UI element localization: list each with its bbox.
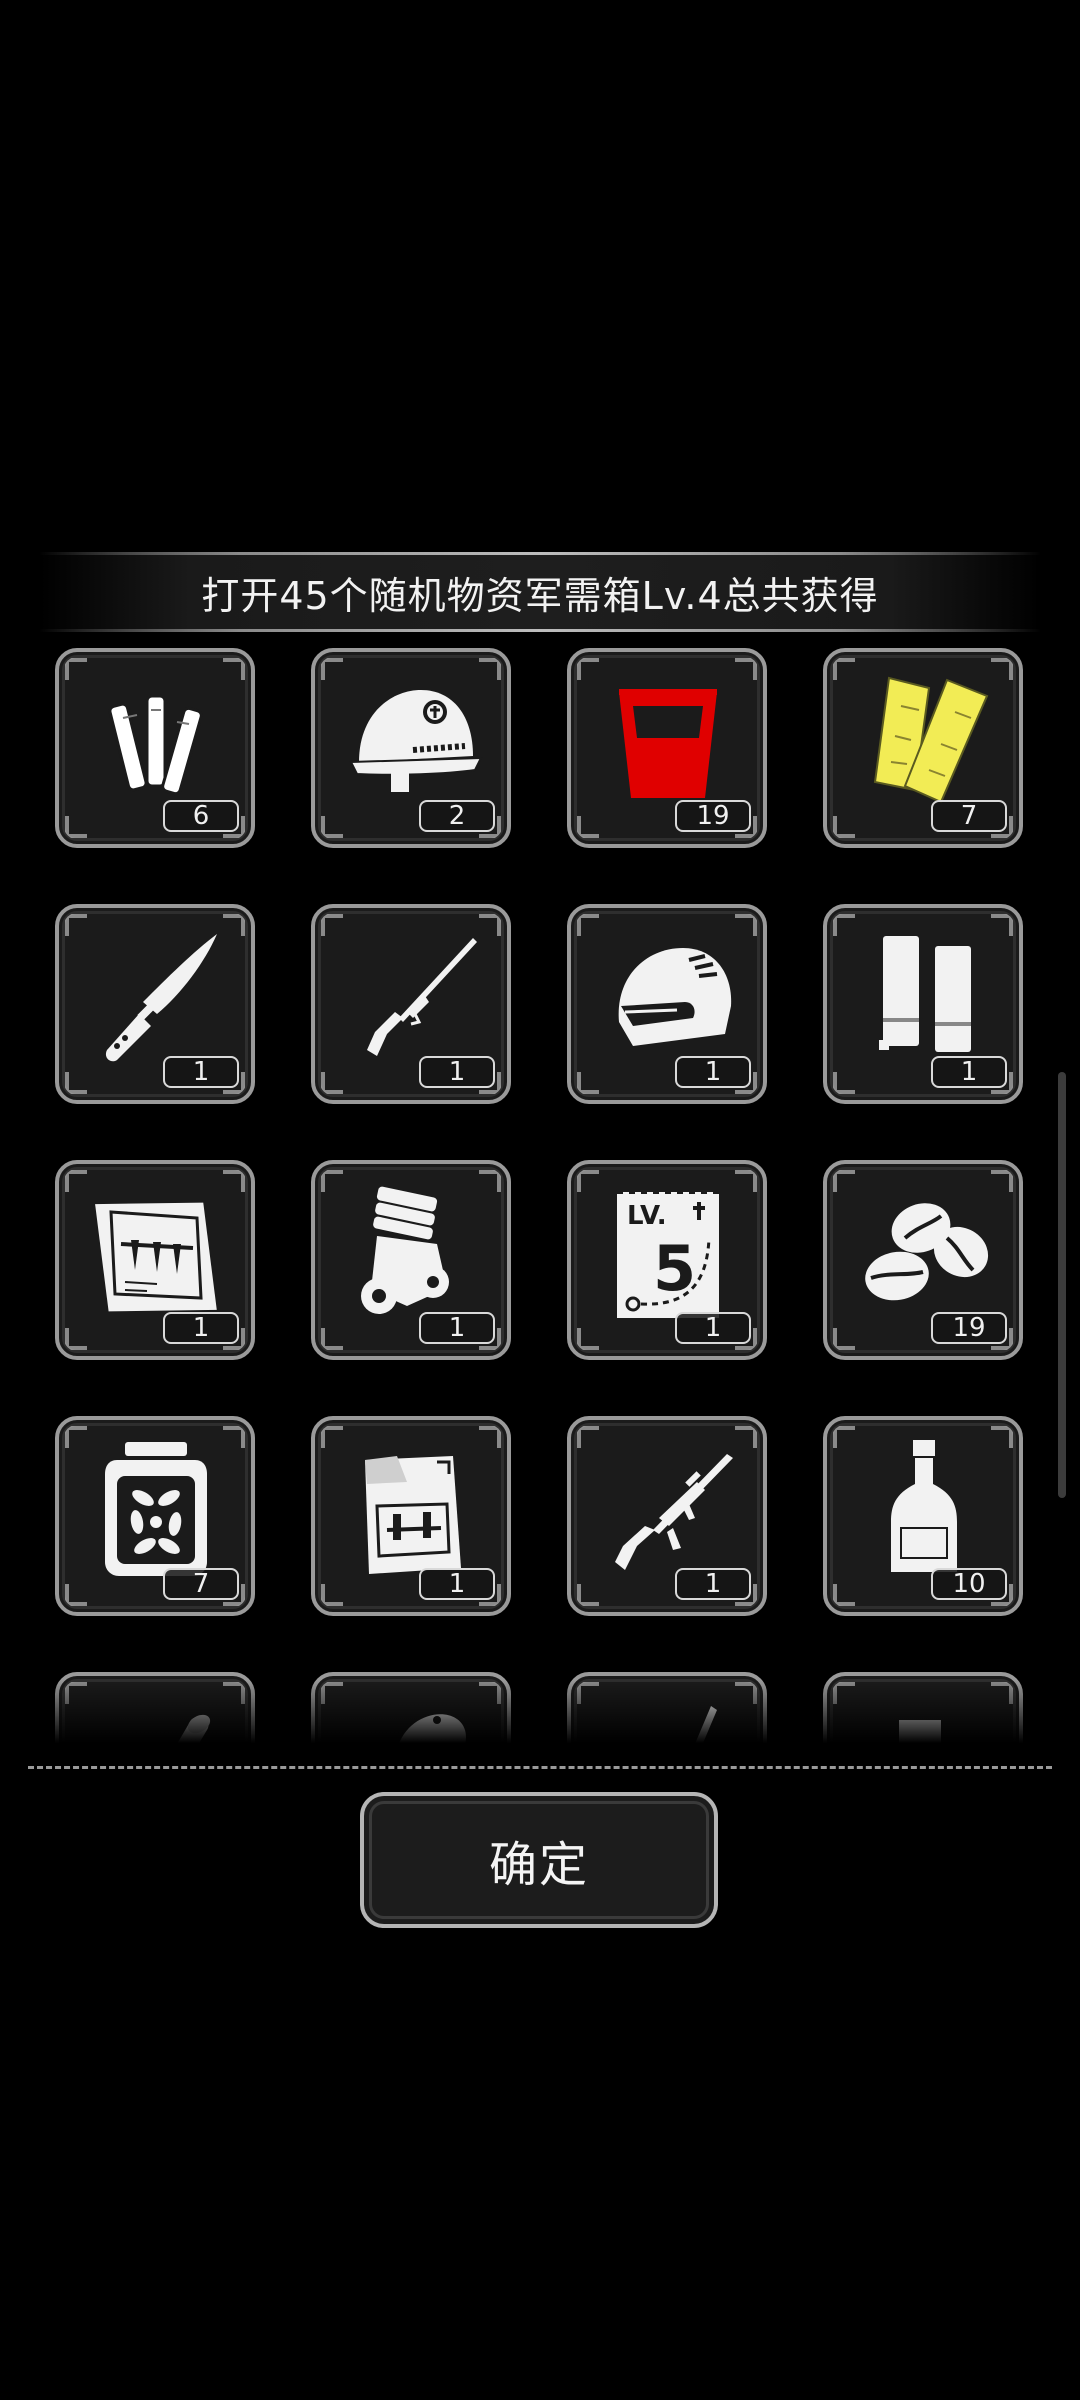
item-count: 19 [931, 1312, 1007, 1344]
reward-item[interactable]: 19 [823, 1160, 1023, 1360]
dashed-divider [28, 1766, 1052, 1769]
rifle-icon [337, 922, 487, 1072]
engine-icon [337, 1178, 487, 1328]
confirm-button-label: 确定 [488, 1837, 589, 1893]
item-count: 1 [419, 1568, 495, 1600]
item-count: 2 [419, 800, 495, 832]
reward-grid-viewport[interactable]: 6 2 19 7 1 1 1 1 1 1 LV. 5 1 19 7 1 1 10 [0, 642, 1080, 1750]
batteries-icon [81, 666, 231, 816]
item-count: 1 [419, 1312, 495, 1344]
reward-title: 打开45个随机物资军需箱Lv.4总共获得 [201, 573, 879, 618]
reward-grid: 6 2 19 7 1 1 1 1 1 1 LV. 5 1 19 7 1 1 10 [55, 648, 1025, 1750]
motorcycle-helmet-icon [593, 922, 743, 1072]
reward-item[interactable] [823, 1672, 1023, 1750]
blueprint-folder-icon [337, 1434, 487, 1584]
svg-text:LV.: LV. [627, 1201, 667, 1231]
item-count: 1 [675, 1056, 751, 1088]
item-count: 7 [163, 1568, 239, 1600]
reward-item[interactable]: 1 [55, 1160, 255, 1360]
item-count: 19 [675, 800, 751, 832]
item-count: 6 [163, 800, 239, 832]
reward-item[interactable] [567, 1672, 767, 1750]
reward-item[interactable]: 7 [823, 648, 1023, 848]
item-count: 1 [419, 1056, 495, 1088]
reward-item[interactable]: 1 [55, 904, 255, 1104]
knife-icon [81, 922, 231, 1072]
reward-item[interactable] [55, 1672, 255, 1750]
reward-item[interactable]: LV. 5 1 [567, 1160, 767, 1360]
cylinders-icon [849, 922, 999, 1072]
reward-item[interactable]: 6 [55, 648, 255, 848]
meat-icon [337, 1690, 487, 1750]
reward-item[interactable]: 19 [567, 648, 767, 848]
blueprint-icon [81, 1178, 231, 1328]
item-count: 1 [675, 1312, 751, 1344]
item-count: 7 [931, 800, 1007, 832]
reward-item[interactable]: 1 [567, 904, 767, 1104]
item-count: 10 [931, 1568, 1007, 1600]
item-count: 1 [163, 1312, 239, 1344]
scrollbar[interactable] [1058, 1072, 1066, 1498]
item-count: 1 [163, 1056, 239, 1088]
reward-item[interactable]: 7 [55, 1416, 255, 1616]
reward-item[interactable]: 1 [311, 1160, 511, 1360]
svg-text:5: 5 [653, 1232, 696, 1305]
reward-item[interactable] [311, 1672, 511, 1750]
helmet-icon [337, 666, 487, 816]
block-icon [849, 1690, 999, 1750]
reward-item[interactable]: 2 [311, 648, 511, 848]
assault-rifle-icon [593, 1434, 743, 1584]
item-count: 1 [675, 1568, 751, 1600]
level-5-card-icon: LV. 5 [593, 1178, 743, 1328]
reward-title-bar: 打开45个随机物资军需箱Lv.4总共获得 [40, 552, 1040, 632]
reward-item[interactable]: 1 [311, 904, 511, 1104]
scroll-icon [81, 1690, 231, 1750]
red-cup-icon [593, 666, 743, 816]
reward-item[interactable]: 10 [823, 1416, 1023, 1616]
reward-item[interactable]: 1 [823, 904, 1023, 1104]
wood-planks-icon [849, 666, 999, 816]
pickle-jar-icon [81, 1434, 231, 1584]
item-count: 1 [931, 1056, 1007, 1088]
reward-item[interactable]: 1 [567, 1416, 767, 1616]
bottle-icon [849, 1434, 999, 1584]
confirm-button[interactable]: 确定 [360, 1792, 718, 1928]
sniper-rifle-icon [593, 1690, 743, 1750]
coffee-beans-icon [849, 1178, 999, 1328]
reward-item[interactable]: 1 [311, 1416, 511, 1616]
